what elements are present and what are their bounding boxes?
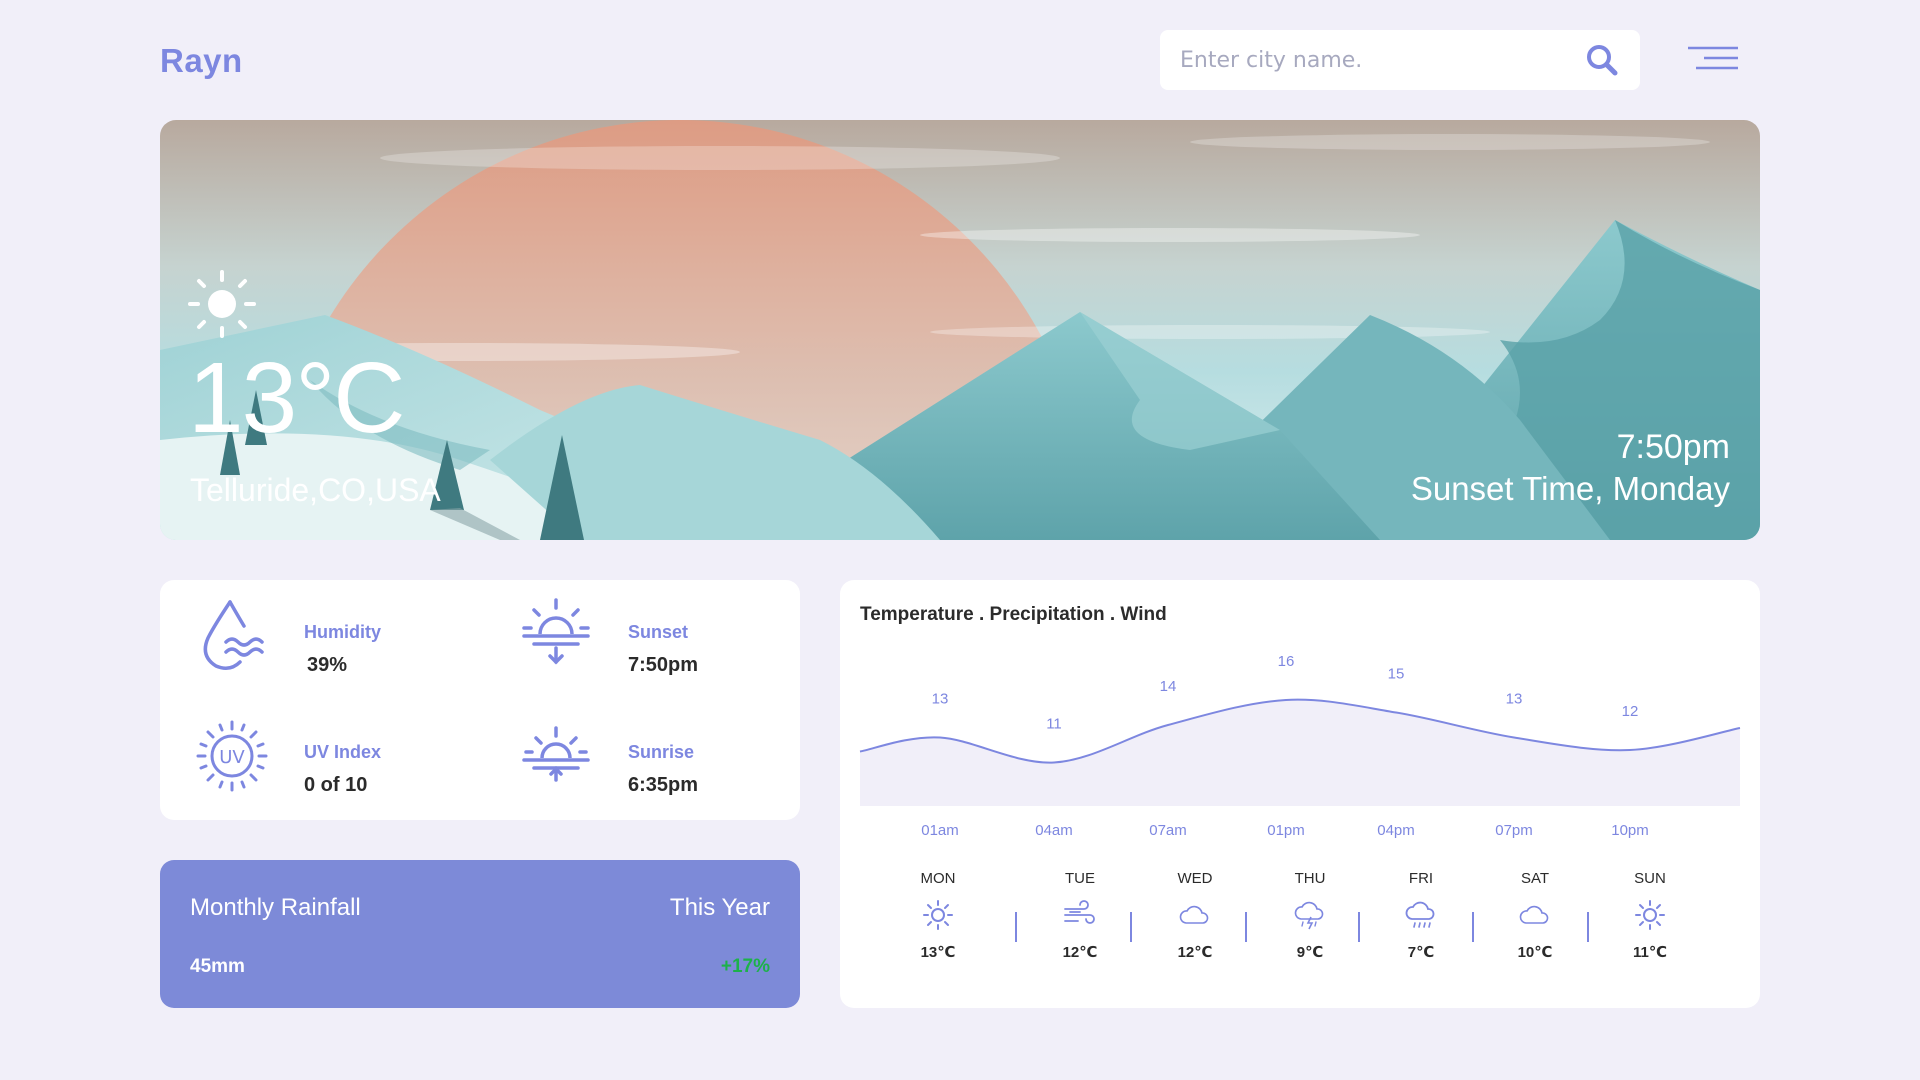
day-separator <box>1015 912 1017 942</box>
wind-icon <box>1064 900 1095 924</box>
forecast-card: 13 11 14 16 15 13 12 01am 04am 07am 01pm 04pm 07pm 10… <box>840 580 1760 1008</box>
day-separator <box>1245 912 1247 942</box>
chart-x-tick-label: 07pm <box>1495 822 1533 839</box>
svg-text:UV: UV <box>219 747 245 768</box>
day-temperature: 7℃ <box>1407 944 1435 961</box>
day-separator <box>1130 912 1132 942</box>
chart-data-label: 16 <box>1278 653 1295 670</box>
forecast-day[interactable]: THU 9℃ <box>1260 870 1360 961</box>
stat-label: UV Index <box>304 742 382 762</box>
stat-label: Sunset <box>628 622 689 642</box>
chart-x-tick-label: 04pm <box>1377 822 1415 839</box>
sunset-icon <box>522 598 590 665</box>
rainfall-amount: 45mm <box>190 956 245 977</box>
forecast-day[interactable]: FRI 7℃ <box>1371 870 1471 961</box>
chart-x-tick-label: 01am <box>921 822 959 839</box>
chart-area <box>860 699 1740 806</box>
stat-value: 39% <box>307 654 348 676</box>
current-temperature: 13°C <box>188 342 405 454</box>
chart-data-label: 15 <box>1388 666 1405 683</box>
weekly-forecast: MON 13℃ TUE 12℃ WED 12℃ THU 9℃ FRI 7℃ SA… <box>840 870 1760 990</box>
day-name: SUN <box>1634 870 1666 887</box>
chart-data-label: 13 <box>932 691 949 708</box>
rainfall-period[interactable]: This Year <box>670 894 770 922</box>
rain-icon <box>1405 901 1435 928</box>
stat-label: Sunrise <box>628 742 695 762</box>
stat-value: 0 of 10 <box>304 774 368 796</box>
humidity-icon <box>203 600 264 670</box>
stat-value: 7:50pm <box>628 654 699 676</box>
day-separator <box>1587 912 1589 942</box>
stat-sunset: Sunset 7:50pm <box>520 598 820 678</box>
forecast-day[interactable]: SAT 10℃ <box>1485 870 1585 961</box>
forecast-day[interactable]: SUN 11℃ <box>1600 870 1700 961</box>
day-temperature: 10℃ <box>1517 944 1553 961</box>
current-location: Telluride,CO,USA <box>190 472 441 508</box>
chart-data-label: 13 <box>1506 691 1523 708</box>
sun-icon <box>923 900 953 930</box>
day-name: TUE <box>1065 870 1095 887</box>
day-separator <box>1358 912 1360 942</box>
search-bar <box>1160 30 1640 90</box>
day-temperature: 11℃ <box>1632 944 1668 961</box>
chart-x-tick-label: 01pm <box>1267 822 1305 839</box>
rainfall-change: +17% <box>720 956 770 977</box>
uv-index-icon: UV <box>196 720 268 792</box>
chart-data-label: 14 <box>1160 678 1177 695</box>
chart-data-label: 12 <box>1622 703 1639 720</box>
day-name: MON <box>920 870 956 887</box>
day-name: SAT <box>1520 870 1550 887</box>
stat-humidity: Humidity 39% <box>196 598 496 678</box>
forecast-title: Temperature . Precipitation . Wind <box>860 604 1167 625</box>
forecast-day[interactable]: WED 12℃ <box>1145 870 1245 961</box>
city-search-input[interactable] <box>1180 47 1584 73</box>
chart-x-tick-label: 07am <box>1149 822 1187 839</box>
thunderstorm-icon <box>1294 901 1324 930</box>
cloud-icon <box>1179 905 1209 924</box>
day-name: THU <box>1294 870 1326 887</box>
sunset-time: 7:50pm <box>1616 428 1730 466</box>
day-name: FRI <box>1408 870 1434 887</box>
day-temperature: 12℃ <box>1177 944 1213 961</box>
current-weather-hero: 13°C Telluride,CO,USA 7:50pm Sunset Time… <box>160 120 1760 540</box>
menu-icon[interactable] <box>1688 40 1742 76</box>
weather-stats-card: Humidity 39% Sunset 7:50pm UV UV Index 0… <box>160 580 800 820</box>
monthly-rainfall-card[interactable]: Monthly Rainfall This Year 45mm +17% <box>160 860 800 1008</box>
chart-data-label: 11 <box>1046 716 1062 733</box>
sun-icon <box>1635 900 1665 930</box>
stat-uv-index: UV UV Index 0 of 10 <box>196 718 496 798</box>
cloud-icon <box>1519 905 1549 924</box>
day-temperature: 13℃ <box>920 944 956 961</box>
chart-x-tick-label: 10pm <box>1611 822 1649 839</box>
stat-sunrise: Sunrise 6:35pm <box>520 718 820 798</box>
stat-value: 6:35pm <box>628 774 699 796</box>
stat-label: Humidity <box>304 622 382 642</box>
day-name: WED <box>1177 870 1213 887</box>
search-icon[interactable] <box>1584 42 1620 78</box>
forecast-day[interactable]: MON 13℃ <box>888 870 988 961</box>
app-logo[interactable]: Rayn <box>160 42 243 80</box>
day-temperature: 12℃ <box>1062 944 1098 961</box>
sun-icon <box>188 270 256 338</box>
sunset-time-label: Sunset Time, Monday <box>1410 470 1730 507</box>
rainfall-title: Monthly Rainfall <box>190 894 361 921</box>
day-separator <box>1472 912 1474 942</box>
chart-x-tick-label: 04am <box>1035 822 1073 839</box>
day-temperature: 9℃ <box>1296 944 1324 961</box>
sunrise-icon <box>522 726 590 782</box>
forecast-day[interactable]: TUE 12℃ <box>1030 870 1130 961</box>
